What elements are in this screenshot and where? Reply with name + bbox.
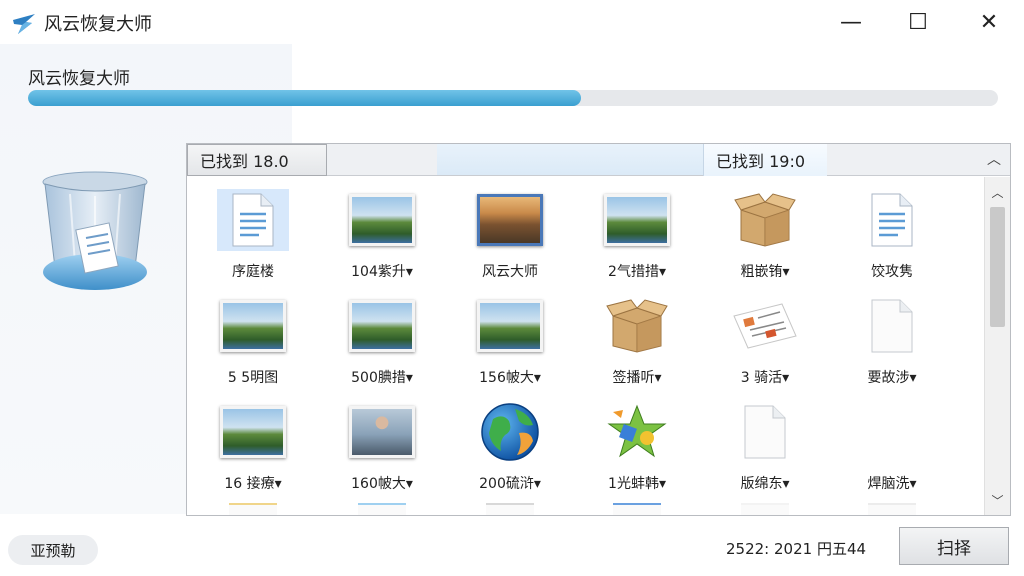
file-label: 要故涉▾ [867, 370, 917, 386]
landscape-photo-icon [346, 295, 418, 357]
scroll-up-icon[interactable]: ︿ [985, 181, 1010, 203]
file-label: 3 骑活▾ [740, 370, 790, 386]
file-grid: 序庭楼 104紫升▾ 风云大师 2气措措▾ 粗嵌铕▾ 饺攻隽 5 5明图 500腆措▾ 156帔… [187, 177, 984, 515]
person-photo-icon [346, 401, 418, 463]
file-item-partial[interactable] [358, 503, 406, 515]
file-label: 风云大师 [482, 264, 538, 280]
file-label: 2气措措▾ [608, 264, 666, 280]
file-label: 104紫升▾ [351, 264, 413, 280]
paper-sheet-icon [729, 295, 801, 357]
collapse-icon[interactable]: ︿ [983, 148, 1005, 170]
file-item-partial[interactable] [486, 503, 534, 515]
blank-file-icon [729, 401, 801, 463]
file-label: 签播听▾ [612, 370, 662, 386]
file-item[interactable]: 粗嵌铕▾ [715, 183, 815, 283]
app-logo-icon [13, 14, 35, 34]
scroll-thumb[interactable] [990, 207, 1005, 327]
footer-left-button[interactable]: 亚预勒 [8, 535, 98, 565]
document-icon [217, 189, 289, 251]
window-title: 风云恢复大师 [44, 14, 152, 35]
file-item[interactable]: 1光蚌韩▾ [587, 395, 687, 495]
landscape-photo-icon [601, 189, 673, 251]
progress-bar [28, 90, 998, 106]
vertical-scrollbar[interactable]: ︿ ﹀ [984, 177, 1010, 515]
file-item[interactable]: 104紫升▾ [332, 183, 432, 283]
file-item[interactable]: 要故涉▾ [842, 289, 942, 389]
file-item[interactable]: 5 5明图 [203, 289, 303, 389]
file-label: 5 5明图 [227, 370, 279, 386]
file-item[interactable]: 版绵东▾ [715, 395, 815, 495]
scan-button[interactable]: 扫择 [899, 527, 1009, 565]
page-heading: 风云恢复大师 [28, 69, 130, 89]
file-label: 500腆措▾ [351, 370, 413, 386]
progress-fill [28, 90, 581, 106]
file-item-partial[interactable] [741, 503, 789, 515]
tab-found-left[interactable]: 已找到 18.0 [187, 144, 327, 176]
file-item[interactable]: 160帔大▾ [332, 395, 432, 495]
file-item[interactable]: 3 骑活▾ [715, 289, 815, 389]
scroll-down-icon[interactable]: ﹀ [985, 489, 1010, 511]
file-item[interactable]: 签播听▾ [587, 289, 687, 389]
recycle-bin-icon [42, 171, 148, 290]
city-photo-icon [474, 189, 546, 251]
landscape-photo-icon [346, 189, 418, 251]
file-label: 粗嵌铕▾ [740, 264, 790, 280]
file-label: 200硫浒▾ [479, 476, 541, 492]
minimize-button[interactable]: — [828, 4, 874, 40]
document-icon [856, 189, 928, 251]
file-label: 序庭楼 [232, 264, 274, 280]
file-item-partial[interactable] [868, 503, 916, 515]
file-item[interactable]: 序庭楼 [203, 183, 303, 283]
close-button[interactable]: ✕ [966, 4, 1012, 40]
file-item-partial[interactable] [613, 503, 661, 515]
title-bar: 风云恢复大师 — ☐ ✕ [0, 0, 1024, 44]
globe-icon [474, 401, 546, 463]
maximize-button[interactable]: ☐ [895, 4, 941, 40]
file-item-partial[interactable] [229, 503, 277, 515]
box-icon [601, 295, 673, 357]
file-thumbnail [856, 401, 928, 463]
file-label: 16 接療▾ [224, 476, 282, 492]
file-item[interactable]: 16 接療▾ [203, 395, 303, 495]
landscape-photo-icon [474, 295, 546, 357]
landscape-photo-icon [217, 295, 289, 357]
status-text: 2522: 2021 円五44 [726, 540, 867, 558]
file-item[interactable]: 156帔大▾ [460, 289, 560, 389]
tab-bar: 已找到 18.0 已找到 19:0 ︿ [187, 144, 1010, 176]
file-item[interactable]: 500腆措▾ [332, 289, 432, 389]
file-label: 版绵东▾ [740, 476, 790, 492]
file-label: 饺攻隽 [871, 264, 913, 280]
file-panel: 已找到 18.0 已找到 19:0 ︿ 序庭楼 104紫升▾ 风云大师 2气措措▾ 粗嵌… [186, 143, 1011, 516]
file-label: 焊脑洗▾ [867, 476, 917, 492]
box-icon [729, 189, 801, 251]
file-item[interactable]: 饺攻隽 [842, 183, 942, 283]
file-item[interactable]: 2气措措▾ [587, 183, 687, 283]
star-app-icon [601, 401, 673, 463]
file-label: 1光蚌韩▾ [608, 476, 666, 492]
file-item[interactable]: 焊脑洗▾ [842, 395, 942, 495]
file-label: 160帔大▾ [351, 476, 413, 492]
file-item[interactable]: 200硫浒▾ [460, 395, 560, 495]
landscape-photo-icon [217, 401, 289, 463]
file-item[interactable]: 风云大师 [460, 183, 560, 283]
file-label: 156帔大▾ [479, 370, 541, 386]
blank-file-icon [856, 295, 928, 357]
tab-found-right[interactable]: 已找到 19:0 [703, 144, 827, 176]
